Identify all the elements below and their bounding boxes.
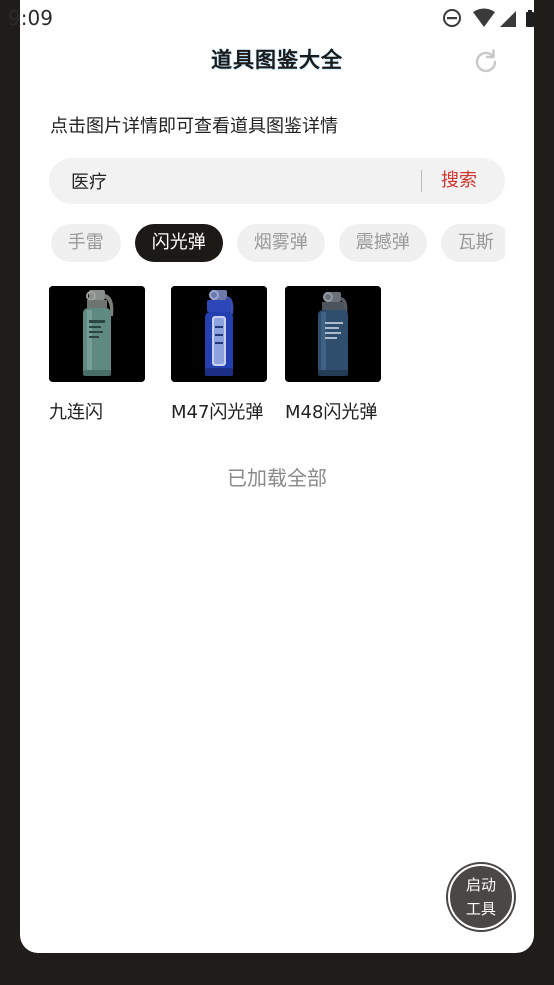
tab-smoke[interactable]: 烟雾弹: [236, 224, 325, 262]
launch-tool-button[interactable]: 启动 工具: [448, 864, 514, 930]
item-card[interactable]: M48闪光弹: [285, 286, 383, 424]
tab-grenade[interactable]: 手雷: [50, 224, 121, 262]
status-time: 9:09: [8, 6, 53, 30]
search-button[interactable]: 搜索: [441, 158, 477, 204]
do-not-disturb-icon: [443, 9, 461, 27]
search-input[interactable]: [71, 158, 391, 204]
tabs-track: 手雷 闪光弹 烟雾弹 震撼弹 瓦斯: [49, 224, 505, 262]
status-bar: 9:09: [0, 0, 554, 38]
battery-icon: [526, 10, 534, 27]
tab-stun[interactable]: 震撼弹: [338, 224, 427, 262]
item-name: M47闪光弹: [171, 402, 264, 423]
teal-grenade-image[interactable]: [49, 286, 145, 382]
tab-gas[interactable]: 瓦斯: [440, 224, 505, 262]
page-title: 道具图鉴大全: [211, 48, 343, 72]
item-name: M48闪光弹: [285, 402, 378, 423]
search-bar: 搜索: [49, 158, 505, 204]
main-sheet: 道具图鉴大全 点击图片详情即可查看道具图鉴详情 搜索 手雷闪光弹烟雾弹震撼弹瓦斯: [20, 0, 534, 953]
load-complete-text: 已加载全部: [227, 466, 327, 490]
item-card[interactable]: M47闪光弹: [171, 286, 269, 424]
launch-tool-label-line1: 启动: [465, 876, 496, 894]
tab-flashbang[interactable]: 闪光弹: [134, 224, 223, 262]
category-tabs[interactable]: 手雷 闪光弹 烟雾弹 震撼弹 瓦斯: [49, 224, 505, 264]
refresh-icon[interactable]: [472, 48, 500, 76]
item-name: 九连闪: [49, 402, 103, 423]
navy-flashbang-image[interactable]: [285, 286, 381, 382]
signal-icon: [500, 11, 516, 27]
app-screen: 道具图鉴大全 点击图片详情即可查看道具图鉴详情 搜索 手雷闪光弹烟雾弹震撼弹瓦斯: [0, 0, 554, 985]
wifi-icon: [473, 8, 495, 27]
launch-tool-label-line2: 工具: [465, 900, 496, 918]
item-card[interactable]: 九连闪: [49, 286, 147, 424]
blue-flashbang-image[interactable]: [171, 286, 267, 382]
hint-text: 点击图片详情即可查看道具图鉴详情: [50, 116, 338, 137]
search-divider: [421, 170, 422, 192]
status-icons: [443, 8, 534, 27]
